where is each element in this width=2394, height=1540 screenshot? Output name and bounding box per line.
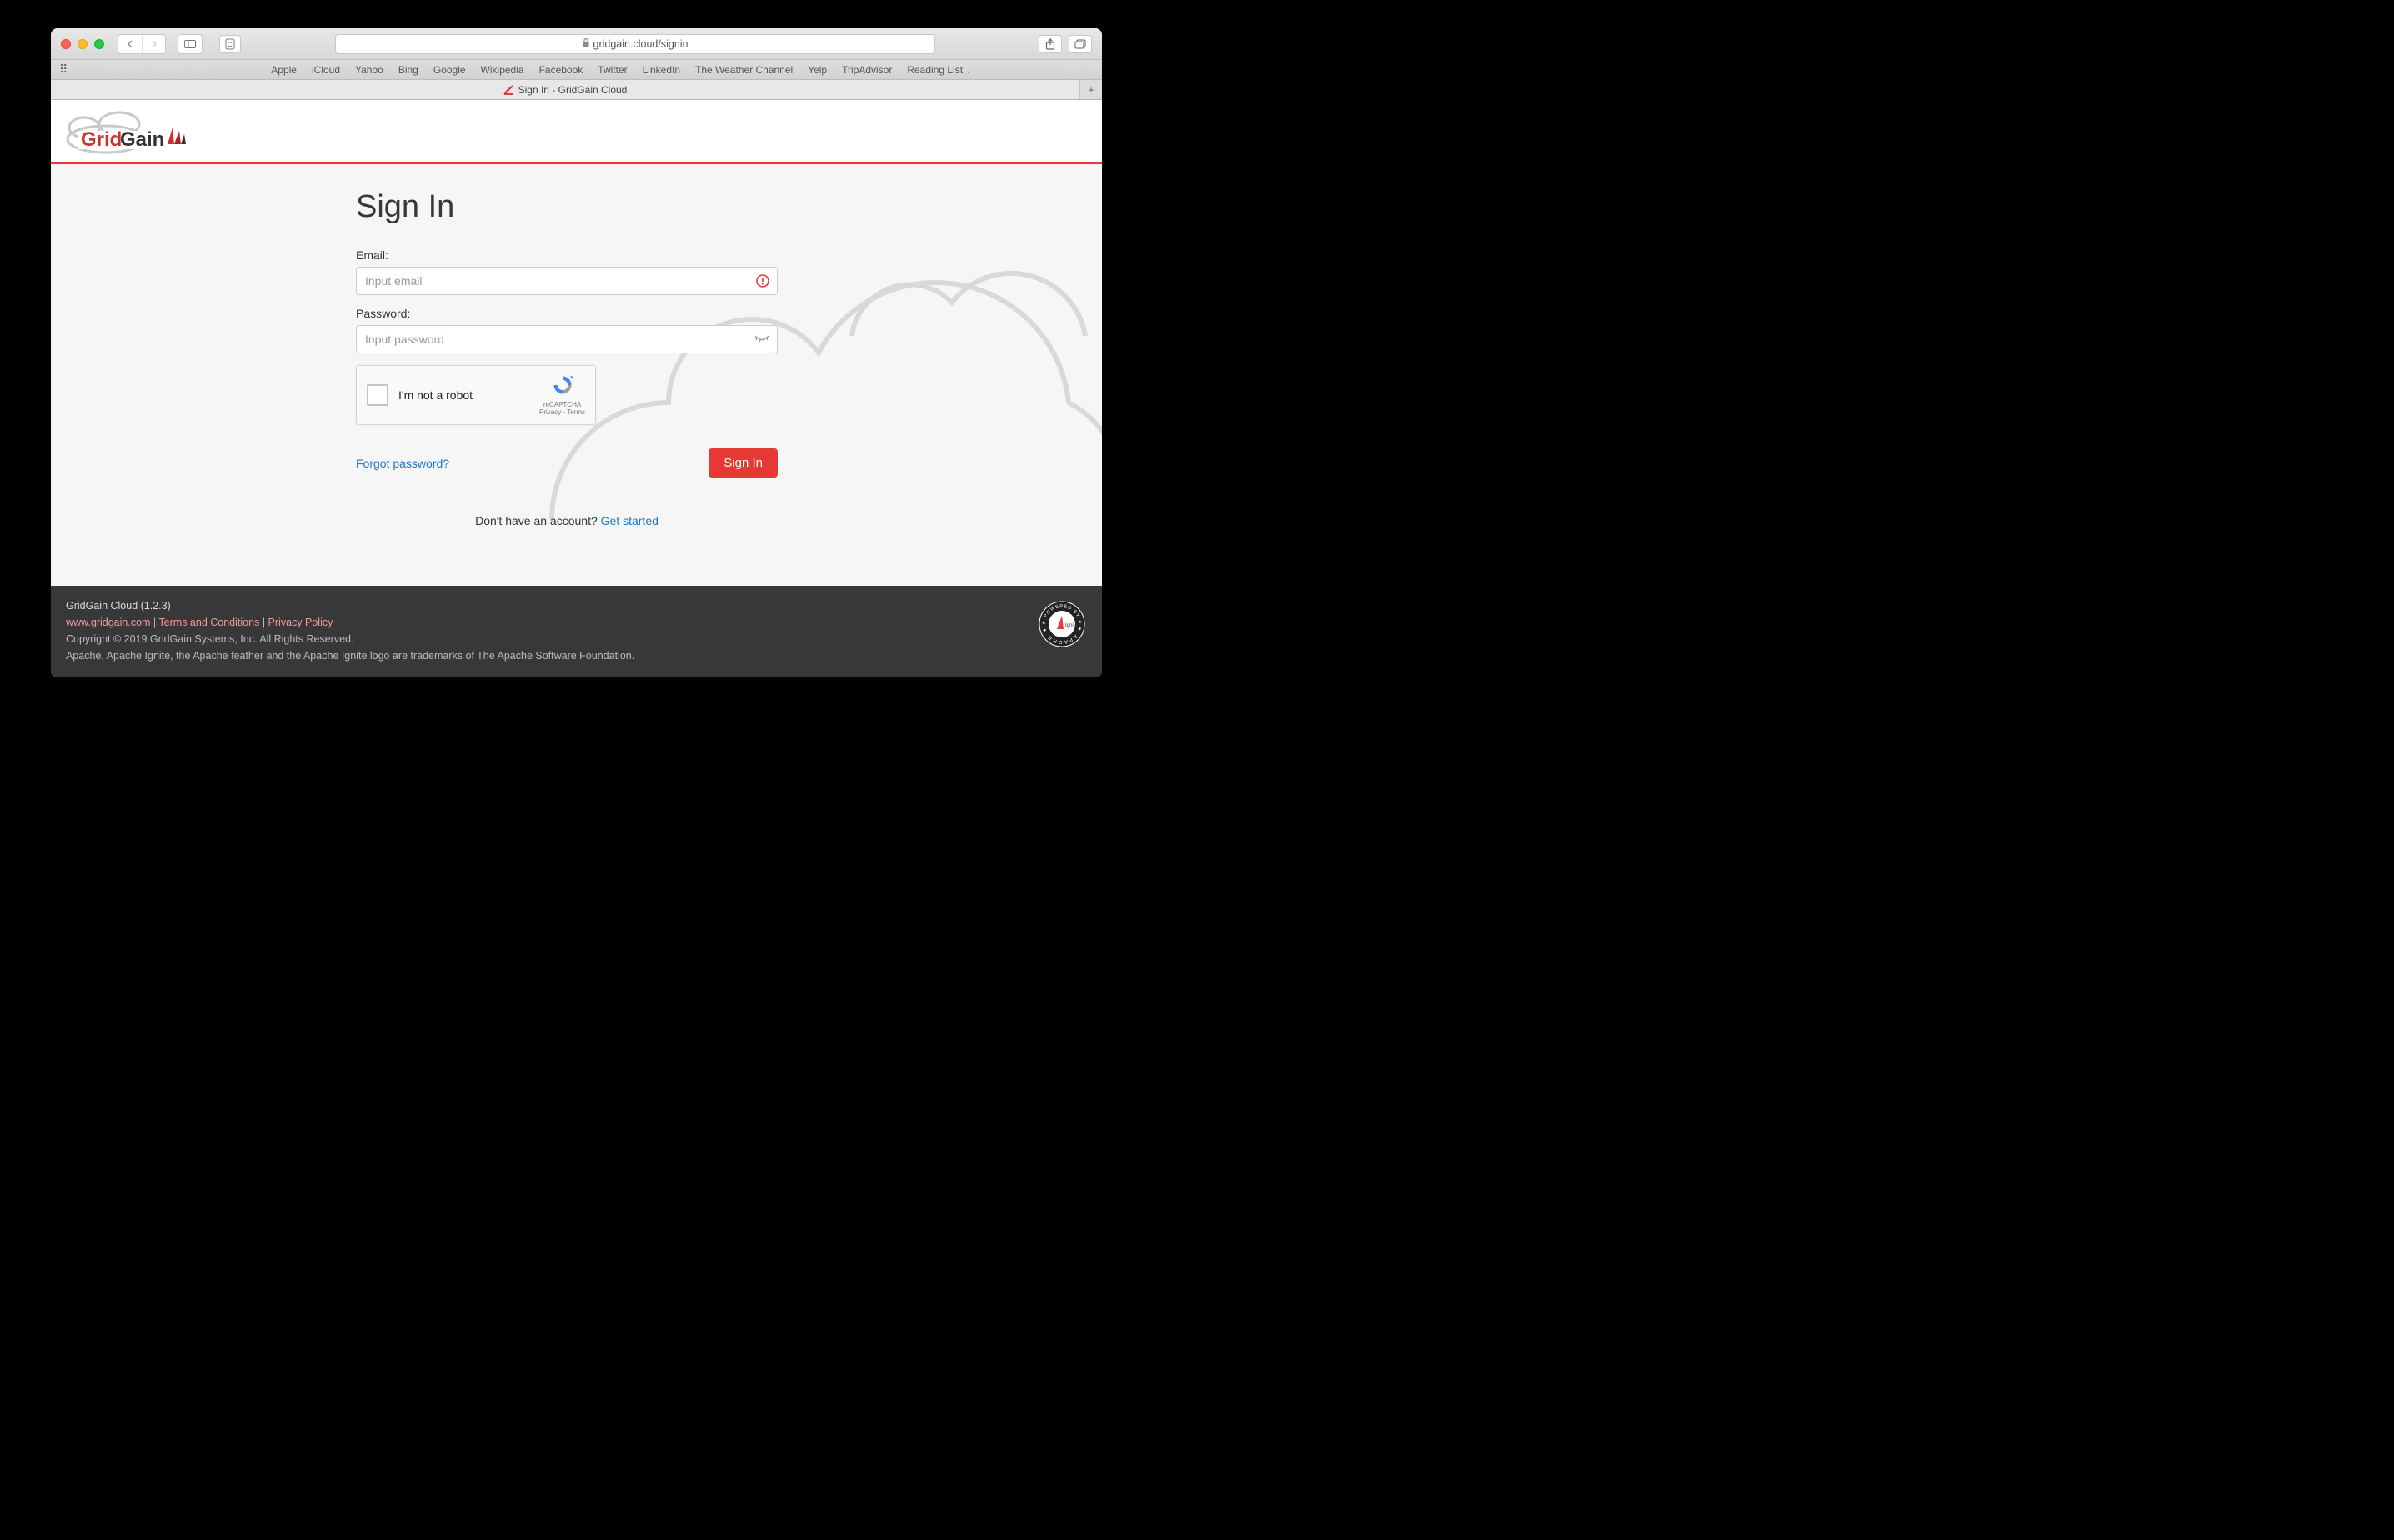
minimize-window-button[interactable] <box>78 39 88 49</box>
footer-privacy-link[interactable]: Privacy Policy <box>268 617 333 628</box>
show-all-bookmarks-icon[interactable]: ⠿ <box>59 62 66 77</box>
chevron-down-icon: ⌄ <box>965 67 972 75</box>
window-controls <box>61 39 104 49</box>
fav-tripadvisor[interactable]: TripAdvisor <box>842 64 892 76</box>
svg-text:Gain: Gain <box>120 128 164 151</box>
svg-text:Grid: Grid <box>81 128 122 151</box>
url-text: gridgain.cloud/signin <box>593 38 689 50</box>
fav-icloud[interactable]: iCloud <box>312 64 340 76</box>
signin-form: Sign In Email: Password: <box>356 189 778 528</box>
recaptcha-logo-icon <box>550 373 575 397</box>
fav-apple[interactable]: Apple <box>271 64 297 76</box>
signup-prompt: Don't have an account? Get started <box>356 514 778 528</box>
gridgain-logo[interactable]: Grid Gain <box>66 108 191 154</box>
page-title: Sign In <box>356 189 778 225</box>
show-sidebar-button[interactable] <box>178 35 202 53</box>
fav-facebook[interactable]: Facebook <box>539 64 583 76</box>
powered-by-apache-badge: Ignite ★ POWERED BY ★ ★ APACHE ★ <box>1039 601 1085 648</box>
tab-bar: Sign In - GridGain Cloud + <box>51 80 1102 100</box>
close-window-button[interactable] <box>61 39 71 49</box>
recaptcha-widget: I'm not a robot reCAPTCHA Privacy - Term… <box>356 365 596 425</box>
fav-twitter[interactable]: Twitter <box>598 64 627 76</box>
password-label: Password: <box>356 307 778 320</box>
recaptcha-links[interactable]: Privacy - Terms <box>539 408 585 417</box>
get-started-link[interactable]: Get started <box>601 514 659 528</box>
address-bar[interactable]: gridgain.cloud/signin <box>335 34 935 54</box>
page-content: Grid Gain Sign In <box>51 100 1102 678</box>
page-header: Grid Gain <box>51 100 1102 164</box>
forgot-password-link[interactable]: Forgot password? <box>356 457 449 470</box>
recaptcha-badge: reCAPTCHA Privacy - Terms <box>539 373 585 417</box>
footer-terms-link[interactable]: Terms and Conditions <box>158 617 259 628</box>
fav-bing[interactable]: Bing <box>398 64 418 76</box>
footer-trademark: Apache, Apache Ignite, the Apache feathe… <box>66 648 1087 664</box>
svg-text:Ignite: Ignite <box>1065 623 1078 628</box>
fav-yahoo[interactable]: Yahoo <box>355 64 383 76</box>
lock-icon <box>582 38 590 50</box>
forward-button[interactable] <box>142 35 165 53</box>
new-tab-button[interactable]: + <box>1080 80 1102 99</box>
password-field[interactable] <box>356 325 778 353</box>
fav-linkedin[interactable]: LinkedIn <box>643 64 680 76</box>
footer-copyright: Copyright © 2019 GridGain Systems, Inc. … <box>66 631 1087 648</box>
fav-wikipedia[interactable]: Wikipedia <box>481 64 524 76</box>
page-footer: GridGain Cloud (1.2.3) www.gridgain.com … <box>51 586 1102 678</box>
reader-mode-button[interactable] <box>219 35 241 53</box>
show-tabs-button[interactable] <box>1069 35 1092 53</box>
fav-yelp[interactable]: Yelp <box>808 64 827 76</box>
share-button[interactable] <box>1039 35 1062 53</box>
footer-site-link[interactable]: www.gridgain.com <box>66 617 150 628</box>
back-button[interactable] <box>118 35 142 53</box>
footer-product: GridGain Cloud (1.2.3) <box>66 598 1087 614</box>
favorites-bar: ⠿ Apple iCloud Yahoo Bing Google Wikiped… <box>51 60 1102 80</box>
zoom-window-button[interactable] <box>94 39 104 49</box>
email-field[interactable] <box>356 267 778 295</box>
error-icon <box>756 274 769 288</box>
no-account-text: Don't have an account? <box>475 514 601 528</box>
fav-google[interactable]: Google <box>433 64 466 76</box>
signin-button[interactable]: Sign In <box>709 448 778 478</box>
email-label: Email: <box>356 248 778 262</box>
fav-readinglist[interactable]: Reading List ⌄ <box>907 64 972 76</box>
tab-title: Sign In - GridGain Cloud <box>518 84 628 96</box>
titlebar: gridgain.cloud/signin <box>51 28 1102 60</box>
recaptcha-label: I'm not a robot <box>398 388 529 402</box>
toggle-password-icon[interactable] <box>754 332 769 346</box>
nav-back-forward <box>118 34 166 54</box>
browser-window: gridgain.cloud/signin ⠿ Apple iCloud Yah… <box>51 28 1102 678</box>
tab-signin[interactable]: Sign In - GridGain Cloud <box>51 80 1080 99</box>
tab-favicon <box>503 85 513 95</box>
recaptcha-checkbox[interactable] <box>367 384 388 406</box>
fav-weather[interactable]: The Weather Channel <box>695 64 793 76</box>
recaptcha-brand: reCAPTCHA <box>539 401 585 409</box>
